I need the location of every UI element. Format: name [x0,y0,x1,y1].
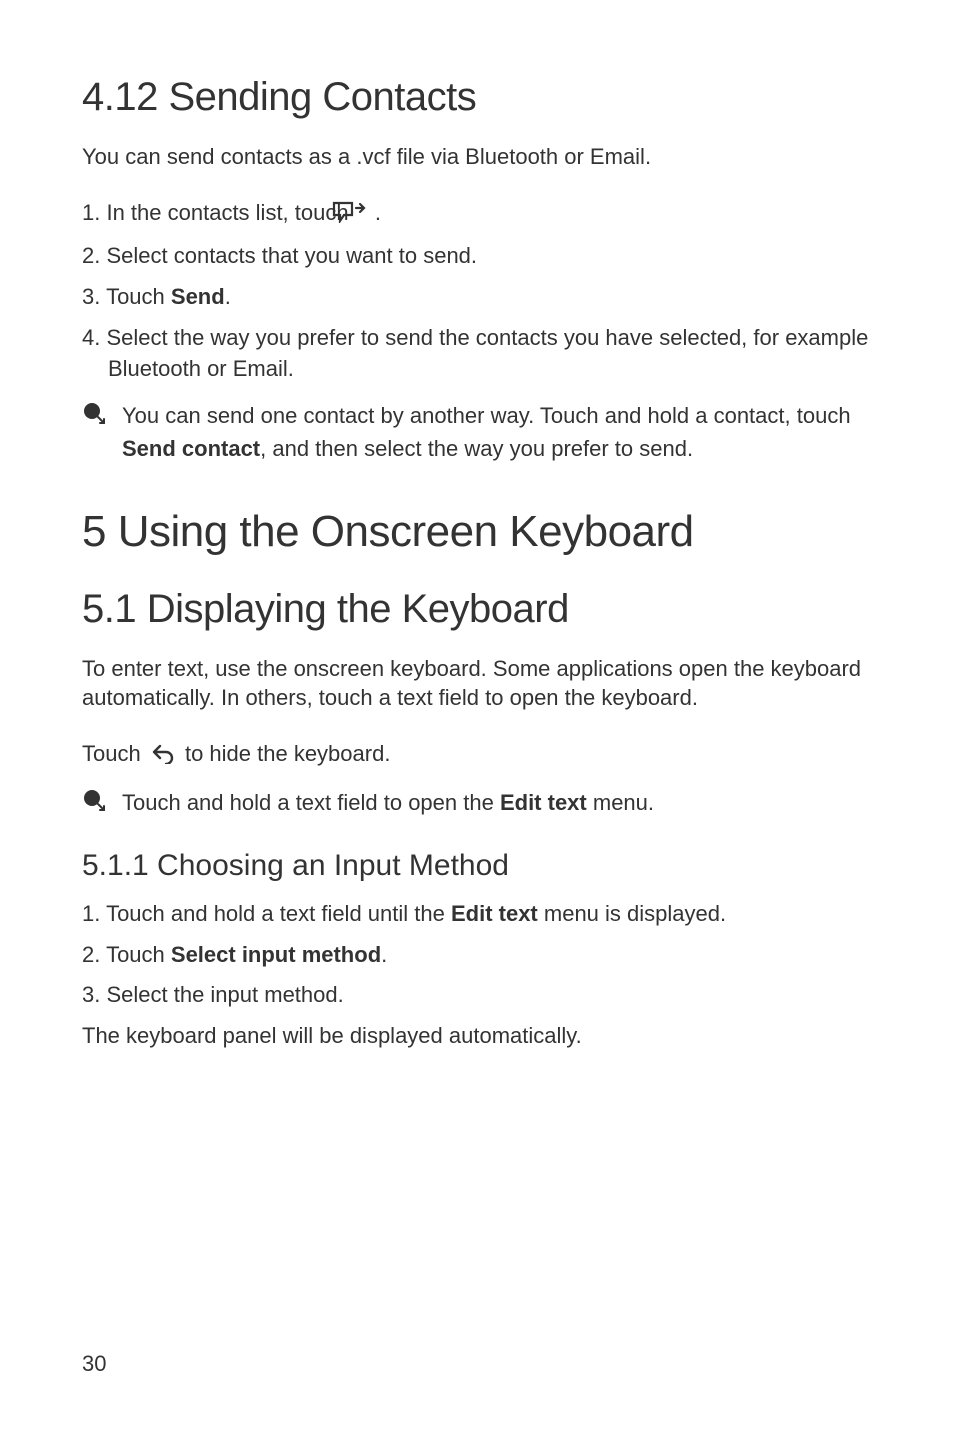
note-block: You can send one contact by another way.… [82,399,872,465]
paragraph: The keyboard panel will be displayed aut… [82,1021,872,1051]
list-prefix: 4. [82,325,106,350]
tip-icon [82,401,108,432]
list-item: 3. Touch Send. [82,282,872,313]
note-text: You can send one contact by another way.… [122,399,872,465]
list-text: . [369,200,381,225]
document-page: 4.12 Sending Contacts You can send conta… [0,0,954,1429]
text: You can send one contact by another way.… [122,403,851,428]
heading-5-1-1: 5.1.1 Choosing an Input Method [82,849,872,883]
back-icon [150,742,176,772]
text: Touch [82,741,147,766]
bold-text: Send contact [122,436,260,461]
paragraph: To enter text, use the onscreen keyboard… [82,654,872,713]
bold-text: Select input method [171,942,381,967]
list-text: Touch [106,284,171,309]
list-prefix: 1. [82,901,106,926]
list-prefix: 3. [82,284,106,309]
list-text: Select the way you prefer to send the co… [106,325,868,381]
text: Touch and hold a text field to open the [122,790,500,815]
list-prefix: 2. [82,942,106,967]
ordered-list: 1. Touch and hold a text field until the… [82,899,872,1011]
list-text: . [225,284,231,309]
list-prefix: 1. [82,200,106,225]
text: to hide the keyboard. [185,741,390,766]
heading-5: 5 Using the Onscreen Keyboard [82,507,872,557]
tip-icon [82,788,108,819]
list-text: menu is displayed. [538,901,726,926]
list-item: 2. Touch Select input method. [82,940,872,971]
bold-text: Edit text [451,901,538,926]
list-item: 3. Select the input method. [82,980,872,1011]
list-prefix: 2. [82,243,106,268]
list-text: In the contacts list, touch [106,200,354,225]
list-text: . [381,942,387,967]
text: , and then select the way you prefer to … [260,436,693,461]
page-number: 30 [82,1351,106,1377]
note-text: Touch and hold a text field to open the … [122,786,654,819]
ordered-list: 1. In the contacts list, touch . 2. Sele… [82,198,872,385]
list-text: Select the input method. [106,982,343,1007]
heading-4-12: 4.12 Sending Contacts [82,75,872,120]
list-prefix: 3. [82,982,106,1007]
list-item: 2. Select contacts that you want to send… [82,241,872,272]
list-item: 1. In the contacts list, touch . [82,198,872,232]
share-contact-icon [358,201,366,232]
list-text: Touch [106,942,171,967]
heading-5-1: 5.1 Displaying the Keyboard [82,587,872,632]
note-block: Touch and hold a text field to open the … [82,786,872,819]
paragraph: You can send contacts as a .vcf file via… [82,142,872,172]
text: menu. [587,790,654,815]
list-text: Touch and hold a text field until the [106,901,451,926]
bold-text: Edit text [500,790,587,815]
list-item: 1. Touch and hold a text field until the… [82,899,872,930]
paragraph: Touch to hide the keyboard. [82,739,872,772]
bold-text: Send [171,284,225,309]
list-item: 4. Select the way you prefer to send the… [82,323,872,385]
list-text: Select contacts that you want to send. [106,243,477,268]
